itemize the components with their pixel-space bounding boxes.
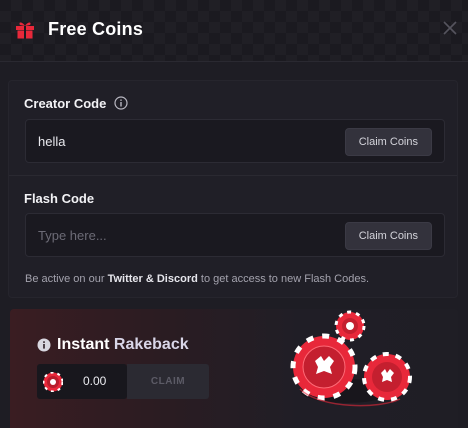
info-icon[interactable] [114, 96, 128, 110]
close-icon[interactable] [440, 18, 460, 38]
modal-title: Free Coins [48, 19, 144, 39]
chip-right [362, 352, 412, 402]
claim-creator-code-button[interactable]: Claim Coins [344, 128, 432, 156]
free-coins-modal: Free Coins Creator Code Claim Coins Flas… [0, 0, 468, 428]
gift-icon [16, 22, 34, 39]
chip-main [290, 333, 358, 401]
flash-code-field: Claim Coins [25, 213, 445, 257]
info-icon[interactable] [37, 338, 51, 352]
flash-code-label: Flash Code [24, 191, 95, 206]
chip-top [334, 310, 366, 342]
casino-chips-illustration [290, 310, 412, 407]
creator-code-input[interactable] [38, 120, 338, 162]
creator-code-label: Creator Code [24, 96, 107, 111]
rakeback-amount-box: 0.00 [37, 364, 127, 399]
note-suffix: to get access to new Flash Codes. [197, 273, 370, 285]
rakeback-title: Instant Rakeback [57, 336, 189, 354]
section-divider [9, 175, 457, 176]
flash-code-input[interactable] [38, 214, 338, 256]
flash-code-note: Be active on our Twitter & Discord to ge… [25, 273, 369, 285]
claim-rakeback-button[interactable]: CLAIM [127, 364, 209, 399]
codes-panel: Creator Code Claim Coins Flash Code Clai… [8, 80, 458, 298]
modal-header: Free Coins [0, 0, 468, 62]
creator-code-field: Claim Coins [25, 119, 445, 163]
rakeback-amount: 0.00 [83, 374, 107, 388]
casino-chip-icon [43, 372, 63, 392]
rakeback-title-part2: Rakeback [113, 336, 189, 353]
rakeback-panel: Instant Rakeback 0.00 CLAIM [10, 309, 458, 428]
social-links-text[interactable]: Twitter & Discord [108, 273, 198, 285]
rakeback-title-part1: Instant [57, 336, 110, 353]
claim-flash-code-button[interactable]: Claim Coins [344, 222, 432, 250]
note-prefix: Be active on our [25, 273, 108, 285]
